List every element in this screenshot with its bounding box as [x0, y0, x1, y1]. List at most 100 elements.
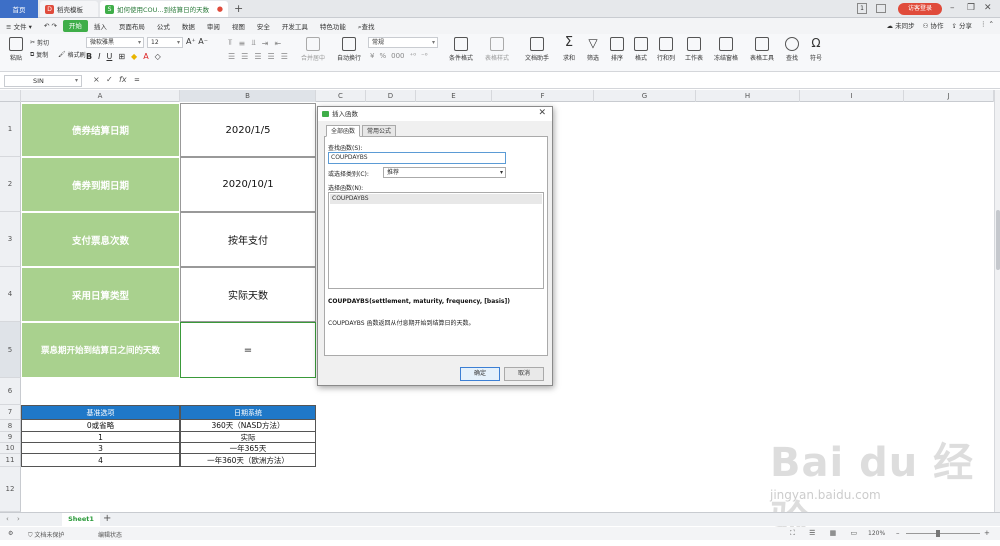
column-header[interactable]: F — [492, 90, 594, 102]
confirm-formula-icon[interactable]: ✓ — [106, 75, 113, 84]
basis-cell[interactable]: 一年360天（欧洲方法） — [180, 454, 316, 467]
select-all-corner[interactable] — [0, 90, 21, 102]
share-button[interactable]: ⇪ 分享 — [951, 20, 972, 30]
wrap-text-button[interactable]: 自动换行 — [332, 37, 366, 62]
cancel-formula-icon[interactable]: × — [93, 75, 100, 84]
menu-features[interactable]: 特色功能 — [314, 21, 352, 31]
menu-home[interactable]: 开始 — [62, 20, 88, 32]
outdent-icon[interactable]: ⇤ — [274, 39, 281, 48]
clear-icon[interactable]: ◇ — [155, 52, 161, 61]
row-header[interactable]: 9 — [0, 432, 21, 443]
formula-input[interactable]: = — [134, 76, 140, 84]
maximize-icon[interactable]: ❐ — [967, 3, 975, 13]
label-cell-settlement[interactable]: 债券结算日期 — [21, 103, 180, 157]
worksheet-button[interactable]: 工作表 — [680, 37, 708, 62]
label-cell-days[interactable]: 票息期开始到结算日之间的天数 — [21, 322, 180, 378]
basis-cell[interactable]: 0或省略 — [21, 420, 180, 432]
add-sheet-button[interactable]: + — [103, 513, 111, 524]
value-cell-days-active[interactable]: = — [180, 322, 316, 378]
format-button[interactable]: 格式 — [628, 37, 654, 62]
percent-icon[interactable]: % — [379, 52, 386, 60]
number-format-select[interactable]: 常规 — [368, 37, 438, 48]
column-header[interactable]: B — [180, 90, 316, 102]
tab-docer-templates[interactable]: D 稻壳模板 — [40, 1, 98, 17]
label-cell-basis[interactable]: 采用日算类型 — [21, 267, 180, 322]
grow-font-icon[interactable]: A⁺ A⁻ — [186, 37, 208, 46]
cancel-button[interactable]: 取消 — [504, 367, 544, 381]
value-cell-settlement[interactable]: 2020/1/5 — [180, 103, 316, 157]
row-header[interactable]: 8 — [0, 420, 21, 432]
zoom-level[interactable]: 120% — [868, 530, 885, 537]
table-tools-button[interactable]: 表格工具 — [746, 37, 778, 62]
distribute-icon[interactable]: ☰ — [281, 52, 288, 61]
align-top-icon[interactable]: ⫪ — [228, 38, 233, 48]
tab-all-functions[interactable]: 全部函数 — [326, 125, 361, 137]
rows-cols-button[interactable]: 行和列 — [652, 37, 680, 62]
doc-helper-button[interactable]: 文档助手 — [522, 37, 552, 62]
row-header[interactable]: 12 — [0, 467, 21, 512]
fill-color-icon[interactable]: ◆ — [131, 52, 137, 61]
row-header[interactable]: 4 — [0, 267, 21, 322]
zoom-slider-handle[interactable] — [936, 530, 940, 537]
value-cell-maturity[interactable]: 2020/10/1 — [180, 157, 316, 212]
fx-icon[interactable]: fx — [119, 75, 127, 84]
align-middle-icon[interactable]: ≡ — [239, 39, 246, 48]
row-header[interactable]: 7 — [0, 405, 21, 420]
font-color-icon[interactable]: A — [143, 52, 148, 61]
indent-icon[interactable]: ⇥ — [262, 39, 269, 48]
basis-header-system[interactable]: 日期系统 — [180, 405, 316, 420]
column-header[interactable]: G — [594, 90, 696, 102]
basis-header-option[interactable]: 基准选项 — [21, 405, 180, 420]
sum-button[interactable]: Σ 求和 — [556, 36, 582, 62]
view-mode-icons[interactable]: ⛶ ☰ ▦ ▭ — [790, 529, 863, 538]
layout-icon[interactable] — [876, 4, 886, 13]
label-cell-frequency[interactable]: 支付票息次数 — [21, 212, 180, 267]
guest-login-button[interactable]: 访客登录 — [898, 3, 942, 15]
scrollbar-thumb[interactable] — [996, 210, 1000, 270]
row-header[interactable]: 1 — [0, 102, 21, 157]
list-item[interactable]: COUPDAYBS — [330, 194, 542, 204]
basis-cell[interactable]: 1 — [21, 432, 180, 443]
zoom-in-icon[interactable]: + — [984, 529, 990, 537]
zoom-out-icon[interactable]: – — [896, 529, 900, 537]
undo-icon[interactable]: ↶ ↷ — [38, 22, 63, 30]
font-size-select[interactable]: 12 — [147, 37, 183, 48]
menu-data[interactable]: 数据 — [176, 21, 201, 31]
sync-status[interactable]: ☁ 未同步 — [886, 20, 914, 30]
conditional-format-button[interactable]: 条件格式 — [444, 37, 478, 62]
ok-button[interactable]: 确定 — [460, 367, 500, 381]
row-header[interactable]: 5 — [0, 322, 21, 378]
align-bottom-icon[interactable]: ⫫ — [251, 38, 256, 48]
column-header[interactable]: I — [800, 90, 904, 102]
column-header[interactable]: C — [316, 90, 366, 102]
font-name-select[interactable]: 微软雅黑 — [86, 37, 144, 48]
more-icon[interactable]: ⋮ ⌃ — [980, 20, 994, 30]
column-header[interactable]: A — [21, 90, 180, 102]
minimize-icon[interactable]: – — [950, 3, 955, 13]
bold-icon[interactable]: B — [86, 52, 92, 61]
menu-review[interactable]: 审阅 — [201, 21, 226, 31]
cut-button[interactable]: ✂ 剪切 — [30, 38, 49, 47]
close-tab-icon[interactable]: ● — [217, 5, 223, 13]
align-right-icon[interactable]: ☰ — [254, 52, 261, 61]
tab-home[interactable]: 首页 — [0, 0, 38, 18]
currency-icon[interactable]: ¥ — [370, 52, 374, 60]
freeze-panes-button[interactable]: 冻结窗格 — [710, 37, 742, 62]
basis-cell[interactable]: 3 — [21, 443, 180, 454]
menu-file[interactable]: ≡ 文件 ▾ — [0, 21, 38, 31]
row-header[interactable]: 2 — [0, 157, 21, 212]
zoom-slider-track[interactable] — [906, 533, 980, 534]
align-center-icon[interactable]: ☰ — [241, 52, 248, 61]
basis-cell[interactable]: 一年365天 — [180, 443, 316, 454]
value-cell-basis[interactable]: 实际天数 — [180, 267, 316, 322]
search-function-input[interactable]: COUPDAYBS — [328, 152, 506, 164]
paste-button[interactable]: 粘贴 — [2, 37, 30, 62]
settings-icon[interactable]: ⚙ — [8, 530, 13, 537]
table-style-button[interactable]: 表格样式 — [480, 37, 514, 62]
column-header[interactable]: D — [366, 90, 416, 102]
new-tab-button[interactable]: + — [234, 2, 243, 15]
menu-search[interactable]: ⌕查找 — [352, 21, 381, 32]
value-cell-frequency[interactable]: 按年支付 — [180, 212, 316, 267]
justify-icon[interactable]: ☰ — [268, 52, 275, 61]
basis-cell[interactable]: 4 — [21, 454, 180, 467]
